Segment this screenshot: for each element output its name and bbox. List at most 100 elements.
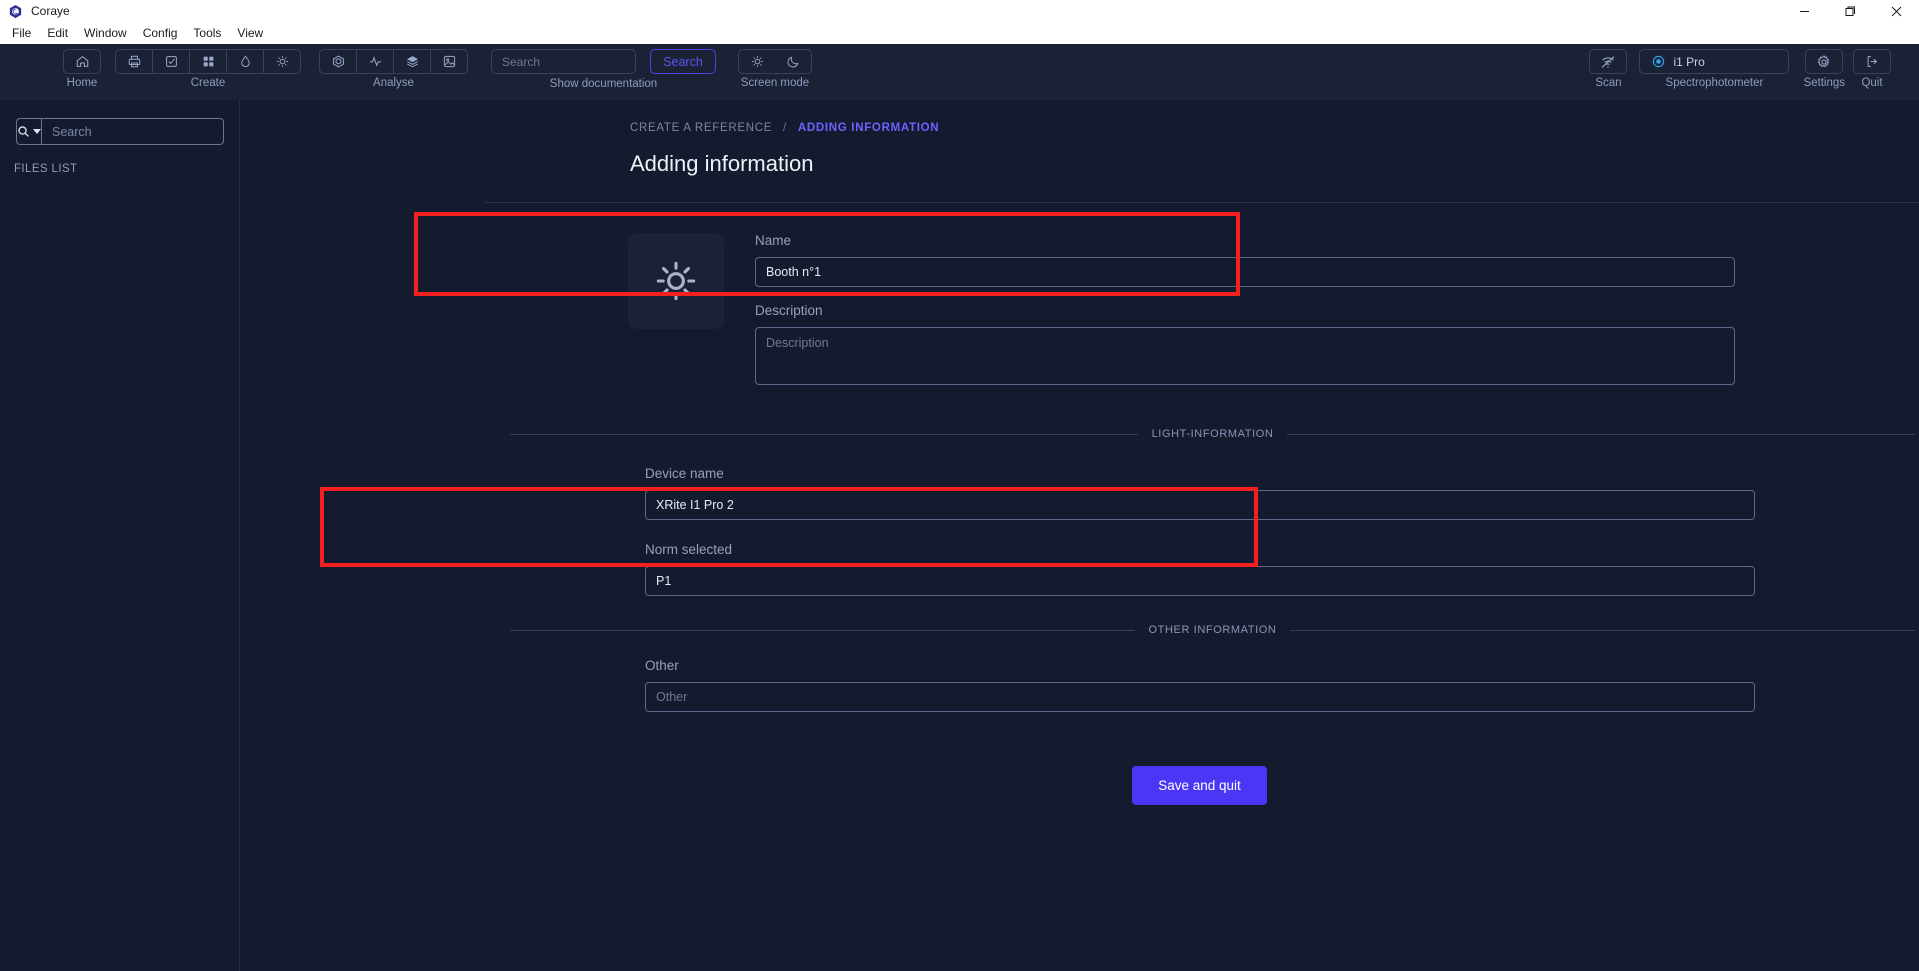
save-and-quit-button[interactable]: Save and quit <box>1132 766 1267 805</box>
section-title-light-information: LIGHT-INFORMATION <box>1151 428 1274 440</box>
toolbar-label-documentation: Show documentation <box>549 78 658 90</box>
toolbar-label-settings: Settings <box>1803 77 1845 89</box>
save-button-wrap: Save and quit <box>240 766 1919 805</box>
check-square-icon[interactable] <box>153 50 189 73</box>
image-icon[interactable] <box>431 50 467 73</box>
grid-icon[interactable] <box>190 50 226 73</box>
section-divider-other-information: OTHER INFORMATION <box>510 624 1915 636</box>
sidebar-search-row <box>0 118 239 145</box>
toolbar-row-create <box>115 49 301 74</box>
menu-item-window[interactable]: Window <box>76 24 135 42</box>
sun-icon[interactable] <box>739 50 775 73</box>
cube-icon[interactable] <box>320 50 356 73</box>
menu-item-config[interactable]: Config <box>135 24 186 42</box>
app-body: FILES LIST CREATE A REFERENCE / ADDING I… <box>0 100 1919 971</box>
window-title: Coraye <box>31 4 70 18</box>
name-input[interactable] <box>755 257 1735 287</box>
toolbar-group-scan: Scan <box>1589 49 1628 89</box>
toolbar-group-settings: Settings <box>1803 49 1845 89</box>
breadcrumb: CREATE A REFERENCE / ADDING INFORMATION <box>630 122 1919 134</box>
section-title-other-information: OTHER INFORMATION <box>1148 624 1277 636</box>
scan-off-icon[interactable] <box>1590 50 1626 73</box>
documentation-row: Search <box>491 49 716 74</box>
toolbar-row-analyse <box>319 49 468 74</box>
norm-selected-input[interactable] <box>645 566 1755 596</box>
toolbar-group-analyse: Analyse <box>319 49 468 89</box>
field-other: Other <box>645 658 1755 712</box>
documentation-search-input[interactable] <box>491 49 636 74</box>
reference-thumbnail[interactable] <box>628 233 724 329</box>
settings-row <box>1805 49 1844 74</box>
scan-row <box>1589 49 1628 74</box>
menu-bar: File Edit Window Config Tools View <box>0 22 1919 44</box>
sidebar-search-input[interactable] <box>41 118 224 145</box>
identity-row: Name Description <box>240 233 1919 406</box>
field-name: Name <box>755 233 1735 287</box>
activity-icon[interactable] <box>357 50 393 73</box>
field-device-name: Device name <box>645 466 1755 520</box>
device-name-input[interactable] <box>645 490 1755 520</box>
sidebar: FILES LIST <box>0 100 240 971</box>
gear-icon[interactable] <box>1806 50 1842 73</box>
toolbar-label-create: Create <box>190 77 226 89</box>
toolbar-group-quit: Quit <box>1853 49 1891 89</box>
moon-icon[interactable] <box>775 50 811 73</box>
droplet-icon[interactable] <box>227 50 263 73</box>
documentation-search-button[interactable]: Search <box>650 49 716 74</box>
field-description: Description <box>755 303 1735 390</box>
toolbar-label-scan: Scan <box>1595 77 1622 89</box>
files-list-label: FILES LIST <box>14 163 78 175</box>
search-icon <box>18 126 29 137</box>
print-icon[interactable] <box>116 50 152 73</box>
home-icon[interactable] <box>64 50 100 73</box>
radio-selected-icon <box>1652 55 1665 68</box>
toolbar-label-home: Home <box>66 77 98 89</box>
menu-item-view[interactable]: View <box>229 24 271 42</box>
title-bar: Coraye <box>0 0 1919 22</box>
field-label-norm-selected: Norm selected <box>645 542 733 557</box>
menu-item-tools[interactable]: Tools <box>185 24 229 42</box>
toolbar-group-spectrophotometer: i1 Pro Spectrophotometer <box>1639 49 1790 89</box>
app-logo-icon <box>9 4 22 18</box>
field-label-device-name: Device name <box>645 466 724 481</box>
close-icon[interactable] <box>1873 0 1919 22</box>
field-label-description: Description <box>755 303 823 318</box>
layers-icon[interactable] <box>394 50 430 73</box>
field-label-name: Name <box>755 233 792 248</box>
sun-icon[interactable] <box>264 50 300 73</box>
description-textarea[interactable] <box>755 327 1735 385</box>
menu-item-file[interactable]: File <box>4 24 39 42</box>
toolbar-group-documentation: Search Show documentation <box>491 49 716 90</box>
field-norm-selected: Norm selected <box>645 542 1755 596</box>
divider-line-right <box>1290 629 1915 631</box>
toolbar-group-screen-mode: Screen mode <box>738 49 812 89</box>
sun-icon <box>656 261 696 301</box>
sidebar-search-filter-button[interactable] <box>16 118 41 145</box>
divider-line-left <box>510 433 1138 435</box>
maximize-icon[interactable] <box>1827 0 1873 22</box>
form-area: Name Description LIGHT-INFORMATION Devic… <box>240 203 1919 805</box>
toolbar-group-create: Create <box>115 49 301 89</box>
divider-line-right <box>1287 433 1916 435</box>
chevron-down-icon <box>33 129 41 134</box>
device-name-value: i1 Pro <box>1673 54 1705 69</box>
breadcrumb-parent[interactable]: CREATE A REFERENCE <box>630 122 772 134</box>
toolbar-row-home <box>63 49 101 74</box>
main-header: CREATE A REFERENCE / ADDING INFORMATION … <box>240 100 1919 177</box>
main-toolbar: Home Create Analyse Search Search Show d… <box>0 44 1919 100</box>
toolbar-group-home: Home <box>63 49 101 89</box>
screen-mode-row <box>738 49 812 74</box>
spectrophotometer-selector[interactable]: i1 Pro <box>1639 49 1790 74</box>
window-controls <box>1781 0 1919 22</box>
breadcrumb-separator: / <box>783 122 787 134</box>
section-divider-light-information: LIGHT-INFORMATION <box>510 428 1916 440</box>
other-input[interactable] <box>645 682 1755 712</box>
menu-item-edit[interactable]: Edit <box>39 24 76 42</box>
breadcrumb-current: ADDING INFORMATION <box>797 122 940 134</box>
field-label-other: Other <box>645 658 679 673</box>
main-content: CREATE A REFERENCE / ADDING INFORMATION … <box>240 100 1919 971</box>
exit-icon[interactable] <box>1854 50 1890 73</box>
divider-line-left <box>510 629 1135 631</box>
toolbar-label-spectrophotometer: Spectrophotometer <box>1665 77 1764 89</box>
minimize-icon[interactable] <box>1781 0 1827 22</box>
